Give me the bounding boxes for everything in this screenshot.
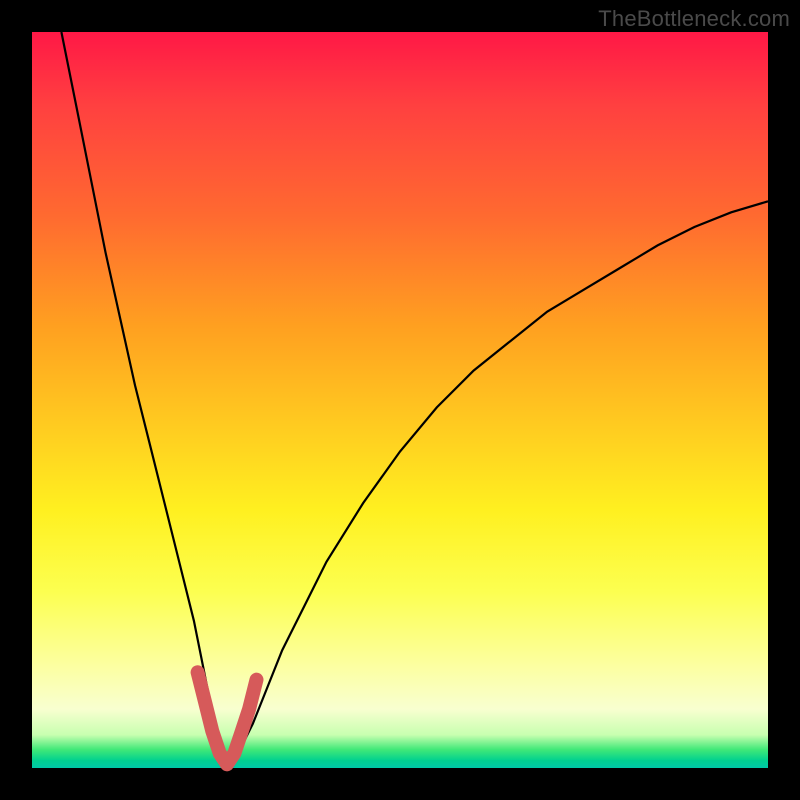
curve-layer	[32, 32, 768, 768]
chart-stage: TheBottleneck.com	[0, 0, 800, 800]
plot-area	[32, 32, 768, 768]
watermark-text: TheBottleneck.com	[598, 6, 790, 32]
optimal-region-highlight	[198, 672, 257, 764]
bottleneck-curve	[61, 32, 768, 768]
